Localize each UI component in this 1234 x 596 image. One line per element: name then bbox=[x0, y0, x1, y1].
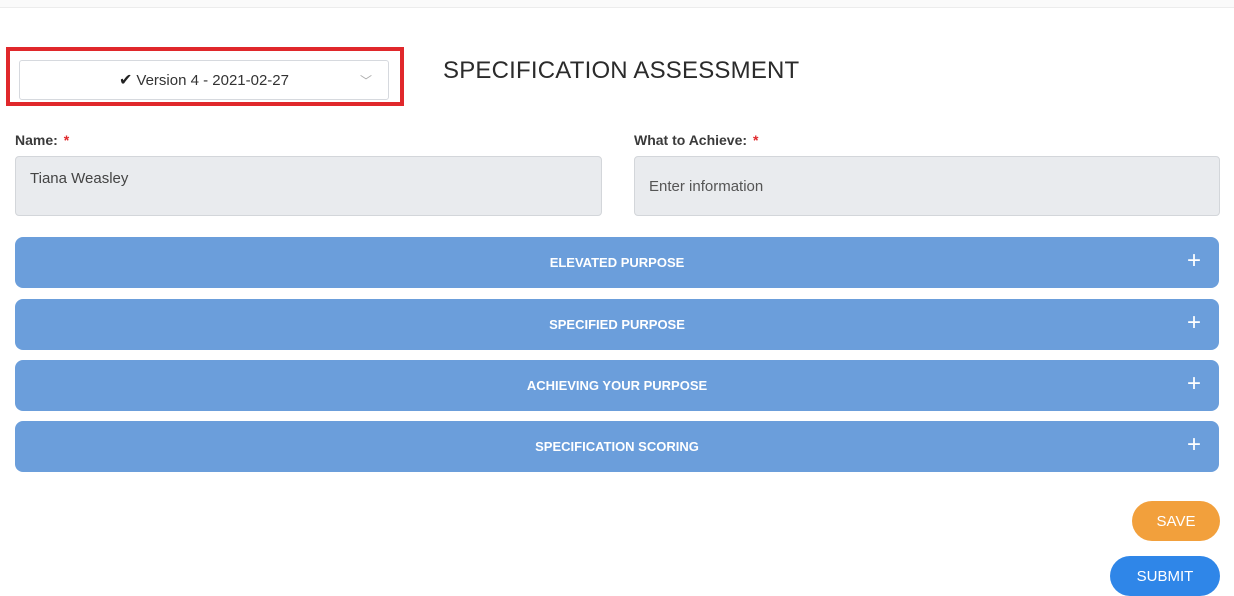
section-achieving-your-purpose[interactable]: ACHIEVING YOUR PURPOSE + bbox=[15, 360, 1219, 411]
check-icon: ✔ bbox=[118, 72, 133, 89]
achieve-field[interactable] bbox=[634, 156, 1220, 216]
name-field[interactable]: Tiana Weasley bbox=[15, 156, 602, 216]
version-select-highlight: ✔ Version 4 - 2021-02-27 ﹀ bbox=[6, 47, 404, 106]
version-select[interactable]: ✔ Version 4 - 2021-02-27 ﹀ bbox=[19, 60, 389, 100]
section-label: SPECIFIED PURPOSE bbox=[549, 317, 685, 332]
section-specified-purpose[interactable]: SPECIFIED PURPOSE + bbox=[15, 299, 1219, 350]
section-label: SPECIFICATION SCORING bbox=[535, 439, 699, 454]
section-specification-scoring[interactable]: SPECIFICATION SCORING + bbox=[15, 421, 1219, 472]
plus-icon[interactable]: + bbox=[1187, 370, 1201, 398]
name-label: Name: * bbox=[15, 132, 69, 148]
section-label: ACHIEVING YOUR PURPOSE bbox=[526, 378, 708, 393]
name-label-text: Name: bbox=[15, 132, 58, 148]
plus-icon[interactable]: + bbox=[1187, 431, 1201, 459]
required-mark: * bbox=[752, 132, 759, 148]
submit-button[interactable]: SUBMIT bbox=[1110, 556, 1220, 596]
page-title: SPECIFICATION ASSESSMENT bbox=[443, 57, 800, 84]
version-select-label: Version 4 - 2021-02-27 bbox=[136, 71, 289, 89]
section-label: ELEVATED PURPOSE bbox=[549, 255, 685, 270]
achieve-label-text: What to Achieve: bbox=[634, 132, 748, 148]
chevron-down-icon: ﹀ bbox=[359, 74, 372, 88]
required-mark: * bbox=[63, 132, 70, 148]
top-bar bbox=[0, 0, 1234, 8]
section-elevated-purpose[interactable]: ELEVATED PURPOSE + bbox=[15, 237, 1219, 288]
achieve-label: What to Achieve: * bbox=[634, 132, 758, 148]
save-button[interactable]: SAVE bbox=[1132, 501, 1220, 541]
plus-icon[interactable]: + bbox=[1187, 309, 1201, 337]
plus-icon[interactable]: + bbox=[1187, 247, 1201, 275]
